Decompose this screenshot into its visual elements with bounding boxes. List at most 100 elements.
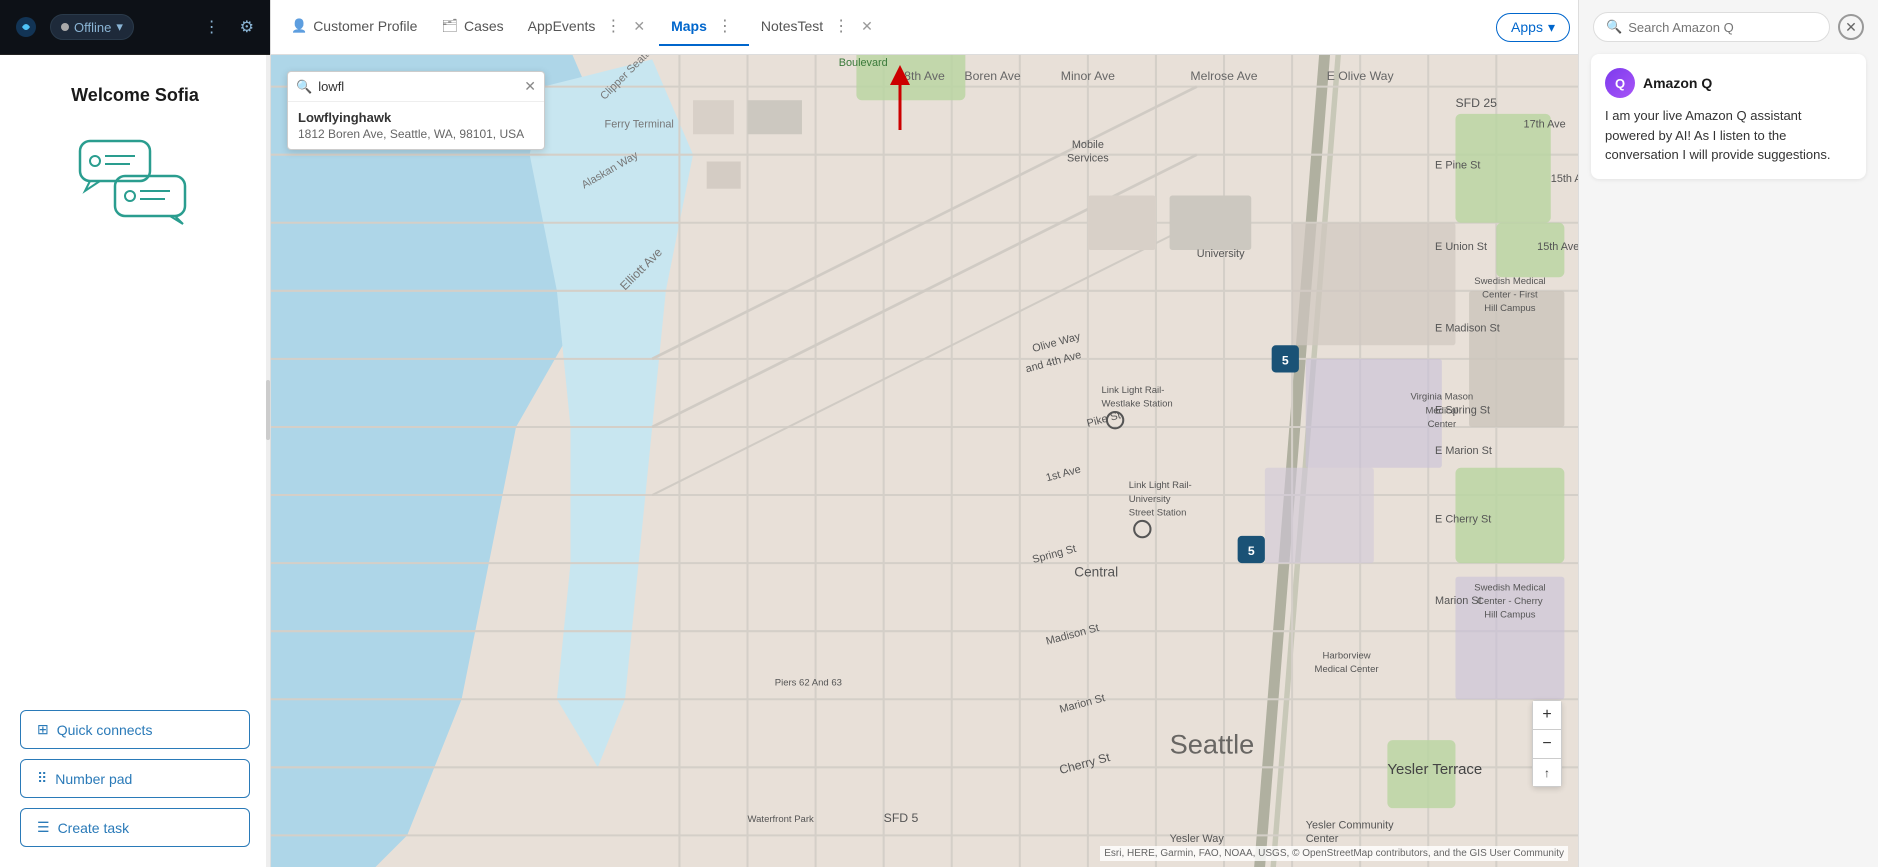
svg-text:Piers 62 And 63: Piers 62 And 63: [775, 678, 842, 689]
tabs-bar: 👤 Customer Profile 🗂 Cases AppEvents ⋮ ✕…: [271, 0, 1578, 55]
svg-text:Yesler Community: Yesler Community: [1306, 820, 1394, 832]
map-search-input[interactable]: [318, 79, 518, 94]
amazon-q-message: I am your live Amazon Q assistant powere…: [1605, 106, 1852, 165]
apps-label: Apps: [1511, 19, 1543, 35]
quick-connects-icon: ⊞: [37, 721, 49, 738]
scrollbar-thumb[interactable]: [266, 380, 270, 440]
apps-arrow: ▾: [1548, 19, 1555, 36]
offline-label: Offline: [74, 20, 111, 35]
amazon-q-title-row: Q Amazon Q: [1605, 68, 1852, 98]
svg-text:Mobile: Mobile: [1072, 139, 1104, 151]
create-task-button[interactable]: ☰ Create task: [20, 808, 250, 847]
map-search-box: 🔍 ✕ Lowflyinghawk 1812 Boren Ave, Seattl…: [287, 71, 545, 150]
svg-text:5: 5: [1282, 353, 1289, 367]
top-bar-right: ⋮ ⚙: [200, 13, 258, 41]
apps-button[interactable]: Apps ▾: [1496, 13, 1570, 42]
svg-text:Yesler Terrace: Yesler Terrace: [1387, 761, 1482, 778]
svg-text:Yesler Way: Yesler Way: [1170, 833, 1225, 845]
close-panel-button[interactable]: ✕: [1838, 14, 1864, 40]
sidebar-buttons: ⊞ Quick connects ⠿ Number pad ☰ Create t…: [20, 710, 250, 847]
svg-text:Harborview: Harborview: [1322, 650, 1370, 661]
cases-icon: 🗂: [441, 18, 458, 34]
zoom-north-button[interactable]: ↑: [1533, 758, 1561, 786]
customer-profile-icon: 👤: [291, 18, 307, 34]
svg-text:E Pine St: E Pine St: [1435, 159, 1480, 171]
maps-more-button[interactable]: ⋮: [713, 14, 737, 38]
quick-connects-label: Quick connects: [57, 722, 153, 738]
create-task-icon: ☰: [37, 819, 50, 836]
svg-text:University: University: [1129, 494, 1171, 505]
svg-text:E Cherry St: E Cherry St: [1435, 513, 1491, 525]
notestest-more-button[interactable]: ⋮: [829, 14, 853, 38]
svg-text:Melrose Ave: Melrose Ave: [1190, 69, 1257, 83]
result-address: 1812 Boren Ave, Seattle, WA, 98101, USA: [298, 127, 534, 141]
map-search-input-row: 🔍 ✕: [288, 72, 544, 101]
tab-maps[interactable]: Maps ⋮: [659, 8, 749, 46]
appevents-close-button[interactable]: ✕: [631, 19, 647, 33]
left-sidebar: Offline ▾ ⋮ ⚙ Welcome Sofia: [0, 0, 270, 867]
svg-text:5: 5: [1248, 544, 1255, 558]
tab-notestest[interactable]: NotesTest ⋮ ✕: [749, 8, 887, 46]
svg-text:E Madison St: E Madison St: [1435, 323, 1500, 335]
amazon-q-card: Q Amazon Q I am your live Amazon Q assis…: [1591, 54, 1866, 179]
svg-text:Minor Ave: Minor Ave: [1061, 69, 1115, 83]
map-search-clear-button[interactable]: ✕: [524, 78, 536, 95]
tab-customer-profile[interactable]: 👤 Customer Profile: [279, 12, 429, 42]
svg-text:Link Light Rail-: Link Light Rail-: [1101, 385, 1164, 396]
number-pad-icon: ⠿: [37, 770, 47, 787]
svg-text:Center - First: Center - First: [1482, 290, 1538, 301]
svg-text:Swedish Medical: Swedish Medical: [1474, 582, 1545, 593]
settings-button[interactable]: ⚙: [236, 13, 258, 41]
search-bar-q[interactable]: 🔍: [1593, 12, 1830, 42]
q-search-icon: 🔍: [1606, 19, 1622, 35]
map-area[interactable]: 8th Ave Boren Ave Minor Ave Melrose Ave …: [271, 55, 1578, 867]
result-name: Lowflyinghawk: [298, 110, 534, 125]
svg-text:Central: Central: [1074, 565, 1118, 580]
chat-illustration: [75, 136, 195, 231]
number-pad-button[interactable]: ⠿ Number pad: [20, 759, 250, 798]
svg-text:Hill Campus: Hill Campus: [1484, 610, 1536, 621]
zoom-in-button[interactable]: +: [1533, 701, 1561, 729]
svg-text:Westlake Station: Westlake Station: [1101, 399, 1172, 410]
svg-text:Waterfront Park: Waterfront Park: [748, 814, 815, 825]
tabs-right: Apps ▾: [1496, 13, 1570, 42]
svg-text:E Marion St: E Marion St: [1435, 445, 1492, 457]
tab-cases-label: Cases: [464, 18, 504, 34]
tab-appevents[interactable]: AppEvents ⋮ ✕: [516, 8, 659, 46]
svg-text:E Olive Way: E Olive Way: [1327, 69, 1395, 83]
svg-text:Boren Ave: Boren Ave: [964, 69, 1020, 83]
notestest-close-button[interactable]: ✕: [859, 19, 875, 33]
tab-customer-profile-label: Customer Profile: [313, 18, 417, 34]
status-dot: [61, 23, 69, 31]
zoom-out-button[interactable]: −: [1533, 730, 1561, 758]
offline-status-button[interactable]: Offline ▾: [50, 14, 134, 40]
svg-text:Marion St: Marion St: [1435, 595, 1482, 607]
tab-notestest-label: NotesTest: [761, 18, 823, 34]
map-attribution: Esri, HERE, Garmin, FAO, NOAA, USGS, © O…: [1100, 846, 1568, 861]
amazon-q-search-input[interactable]: [1628, 20, 1817, 35]
welcome-text: Welcome Sofia: [71, 85, 199, 106]
create-task-label: Create task: [58, 820, 130, 836]
quick-connects-button[interactable]: ⊞ Quick connects: [20, 710, 250, 749]
svg-text:Link Light Rail-: Link Light Rail-: [1129, 480, 1192, 491]
logo-icon: [12, 13, 40, 41]
number-pad-label: Number pad: [55, 771, 132, 787]
top-bar: Offline ▾ ⋮ ⚙: [0, 0, 270, 55]
sidebar-content: Welcome Sofia ⊞ Quick connects: [0, 55, 270, 867]
svg-text:SFD 5: SFD 5: [884, 811, 919, 825]
svg-text:Medical: Medical: [1425, 405, 1458, 416]
more-options-button[interactable]: ⋮: [200, 13, 224, 41]
svg-text:University: University: [1197, 248, 1245, 260]
svg-text:Center: Center: [1306, 833, 1339, 845]
svg-text:Swedish Medical: Swedish Medical: [1474, 276, 1545, 287]
map-search-result[interactable]: Lowflyinghawk 1812 Boren Ave, Seattle, W…: [288, 101, 544, 149]
appevents-more-button[interactable]: ⋮: [601, 14, 625, 38]
svg-text:15th Ave: 15th Ave: [1551, 173, 1578, 185]
svg-text:Seattle: Seattle: [1170, 729, 1255, 760]
svg-text:SFD 25: SFD 25: [1455, 96, 1497, 110]
svg-text:Bell Street Park: Bell Street Park: [825, 55, 901, 56]
svg-text:E Union St: E Union St: [1435, 241, 1487, 253]
svg-text:17th Ave: 17th Ave: [1524, 118, 1566, 130]
svg-text:Boulevard: Boulevard: [839, 57, 888, 69]
tab-cases[interactable]: 🗂 Cases: [429, 12, 515, 42]
